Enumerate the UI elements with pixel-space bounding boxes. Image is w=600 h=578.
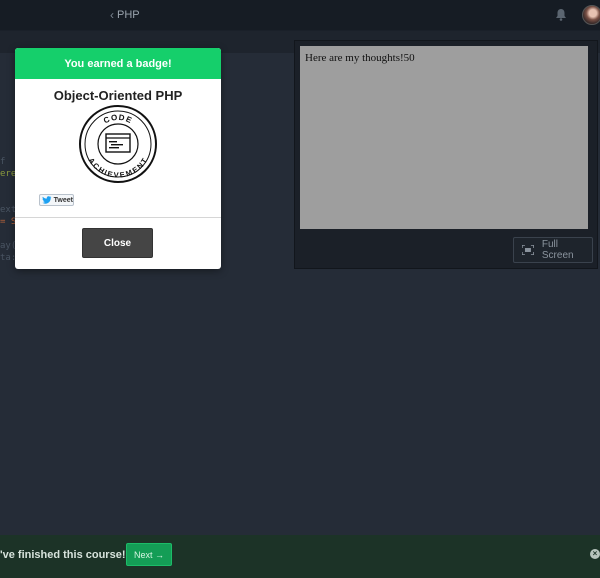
preview-frame[interactable]: Here are my thoughts!50 [300,46,588,229]
tweet-label: Tweet [53,196,73,204]
badge-title: Object-Oriented PHP [53,88,183,103]
badge-modal: You earned a badge! Object-Oriented PHP … [15,48,221,269]
twitter-bird-icon [42,196,52,204]
close-icon[interactable]: × [590,549,600,559]
code-achievement-badge-icon: CODE ACHIEVEMENT [79,105,157,183]
finished-message: 've finished this course! [0,549,126,561]
user-avatar[interactable] [582,5,600,25]
preview-panel: Here are my thoughts!50 Full Screen [294,40,598,269]
top-header: ‹ PHP [0,0,600,31]
close-button[interactable]: Close [82,228,153,258]
breadcrumb-label: PHP [117,9,140,21]
preview-content: Here are my thoughts!50 [305,52,415,64]
modal-header: You earned a badge! [15,48,221,79]
full-screen-button[interactable]: Full Screen [513,237,593,263]
bell-icon[interactable] [555,8,567,21]
chevron-left-icon: ‹ [110,8,114,22]
breadcrumb[interactable]: ‹ PHP [110,8,140,22]
modal-divider [15,217,221,218]
next-button[interactable]: Next → [126,543,172,566]
fullscreen-icon [522,245,534,255]
full-screen-label: Full Screen [541,239,574,261]
tweet-button[interactable]: Tweet [39,194,74,206]
course-complete-bar: 've finished this course! Next → × [0,535,600,578]
